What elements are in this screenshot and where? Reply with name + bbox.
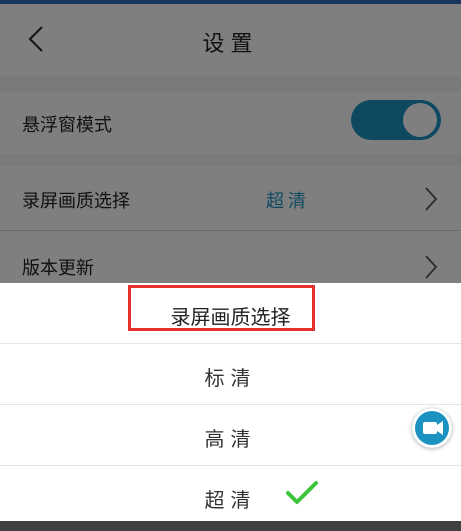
option-label: 高清 bbox=[204, 427, 257, 451]
option-ultra[interactable]: 超清 bbox=[0, 466, 461, 521]
option-label: 超清 bbox=[204, 488, 257, 512]
option-standard[interactable]: 标清 bbox=[0, 344, 461, 405]
option-label: 标清 bbox=[204, 366, 257, 390]
option-high[interactable]: 高清 bbox=[0, 405, 461, 466]
checkmark-icon bbox=[286, 481, 318, 504]
floating-record-button[interactable] bbox=[412, 408, 452, 448]
quality-picker-sheet: 录屏画质选择 标清 高清 超清 bbox=[0, 283, 461, 521]
sheet-header: 录屏画质选择 bbox=[0, 283, 461, 344]
highlight-box bbox=[128, 285, 315, 331]
video-camera-icon bbox=[423, 421, 443, 435]
navigation-bar bbox=[0, 521, 461, 531]
